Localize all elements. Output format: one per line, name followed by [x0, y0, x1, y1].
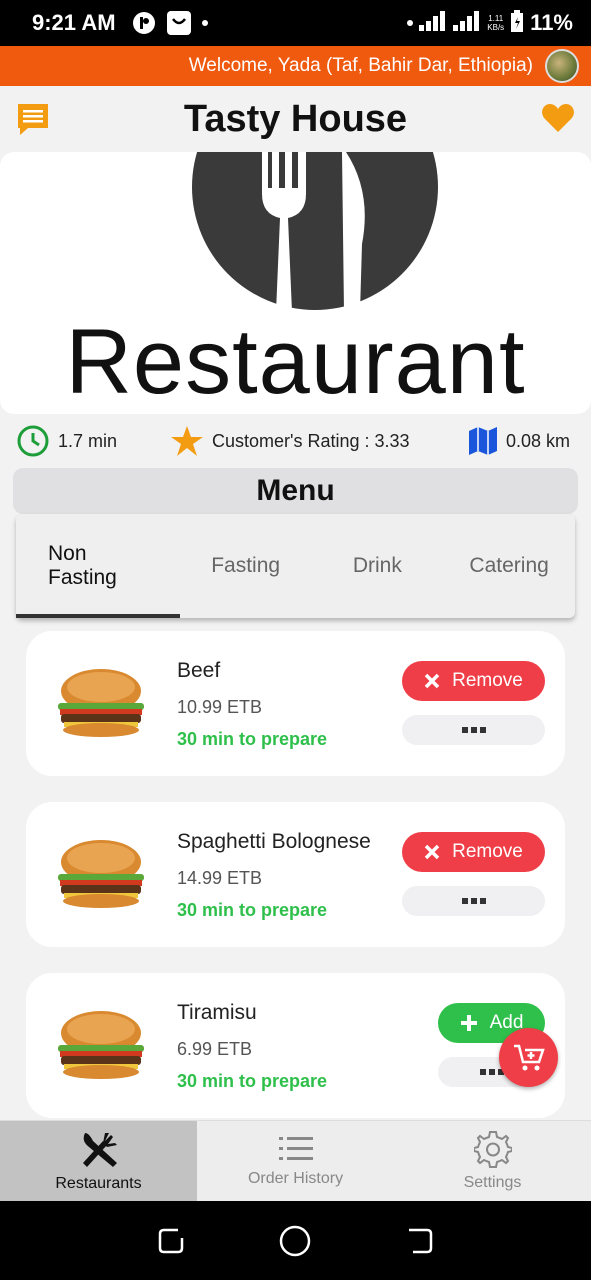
- tab-non-fasting-label-1: Non: [48, 542, 87, 565]
- nav-settings-label: Settings: [463, 1174, 522, 1191]
- prep-time-info: 1.7 min: [16, 424, 117, 458]
- tab-catering-label: Catering: [469, 554, 549, 577]
- burger-image: [58, 1011, 144, 1079]
- remove-button-label: Remove: [452, 670, 523, 691]
- tab-non-fasting[interactable]: Non Fasting: [16, 514, 180, 618]
- remove-button[interactable]: Remove: [402, 832, 545, 872]
- utensils-icon: [82, 1133, 117, 1167]
- clock-icon: [17, 425, 49, 457]
- remove-button-label: Remove: [452, 841, 523, 862]
- food-price: 6.99 ETB: [177, 1039, 253, 1059]
- status-dot: [407, 20, 414, 26]
- back-icon[interactable]: [405, 1226, 435, 1256]
- tab-non-fasting-label-2: Fasting: [48, 566, 117, 589]
- remove-button[interactable]: Remove: [402, 661, 545, 701]
- chat-icon: [18, 104, 48, 135]
- close-icon: [424, 673, 440, 689]
- food-prep-time: 30 min to prepare: [177, 729, 328, 749]
- menu-header: Menu: [13, 468, 578, 514]
- recent-apps-icon[interactable]: [156, 1226, 186, 1256]
- status-bar: 9:21 AM 1.11 KB/s 11%: [0, 0, 591, 46]
- rating-value: Customer's Rating : 3.33: [212, 430, 410, 451]
- food-card: Tiramisu 6.99 ETB 30 min to prepare Add: [26, 973, 565, 1118]
- food-name: Tiramisu: [177, 1001, 257, 1024]
- nav-restaurants-label: Restaurants: [55, 1175, 142, 1192]
- avatar[interactable]: [545, 49, 579, 83]
- restaurant-logo-text: Restaurant: [65, 311, 526, 413]
- plus-icon: [460, 1015, 477, 1031]
- map-icon: [469, 427, 497, 455]
- battery-icon: [510, 9, 524, 37]
- list-icon: [278, 1137, 313, 1160]
- food-prep-time: 30 min to prepare: [177, 900, 328, 920]
- distance-info: 0.08 km: [468, 426, 570, 456]
- food-price: 14.99 ETB: [177, 868, 263, 888]
- prep-time-value: 1.7 min: [58, 430, 118, 451]
- burger-image: [58, 669, 144, 737]
- nav-order-history-label: Order History: [247, 1170, 344, 1187]
- more-options-button[interactable]: [402, 715, 545, 745]
- app-header: Tasty House: [0, 86, 591, 152]
- food-card: Beef 10.99 ETB 30 min to prepare Remove: [26, 631, 565, 776]
- food-name: Beef: [177, 659, 221, 682]
- menu-tabs: Non Fasting Fasting Drink Catering: [16, 514, 575, 618]
- cart-icon: [513, 1044, 545, 1070]
- more-icon: [461, 898, 486, 904]
- welcome-text: Welcome, Yada (Taf, Bahir Dar, Ethiopia): [188, 55, 533, 76]
- more-icon: [479, 1069, 504, 1075]
- shopping-bag-notification-icon: [166, 10, 192, 36]
- nav-settings[interactable]: Settings: [394, 1121, 591, 1201]
- more-icon: [461, 727, 486, 733]
- app-notification-icon: [132, 11, 156, 35]
- status-time: 9:21 AM: [32, 10, 116, 35]
- tab-catering[interactable]: Catering: [443, 514, 575, 618]
- favorite-button[interactable]: [541, 102, 575, 136]
- burger-image: [58, 840, 144, 908]
- page-title: Tasty House: [183, 97, 408, 140]
- nav-restaurants[interactable]: Restaurants: [0, 1121, 197, 1201]
- notification-dot: [201, 20, 208, 26]
- net-speed-value: 1.11: [488, 14, 504, 23]
- restaurant-info-row: 1.7 min Customer's Rating : 3.33 0.08 km: [0, 420, 591, 462]
- star-icon: [171, 426, 203, 456]
- more-options-button[interactable]: [402, 886, 545, 916]
- food-prep-time: 30 min to prepare: [177, 1071, 328, 1091]
- net-speed-unit: KB/s: [487, 23, 505, 32]
- distance-value: 0.08 km: [506, 430, 571, 451]
- tab-fasting[interactable]: Fasting: [180, 514, 312, 618]
- tab-drink[interactable]: Drink: [312, 514, 444, 618]
- battery-percent: 11%: [530, 10, 573, 35]
- cart-button[interactable]: [499, 1028, 558, 1087]
- home-icon[interactable]: [278, 1224, 312, 1258]
- welcome-bar: Welcome, Yada (Taf, Bahir Dar, Ethiopia): [0, 46, 591, 86]
- food-price: 10.99 ETB: [177, 697, 263, 717]
- menu-title: Menu: [256, 474, 335, 507]
- food-card: Spaghetti Bolognese 14.99 ETB 30 min to …: [26, 802, 565, 947]
- system-nav-bar: [0, 1201, 591, 1280]
- tab-drink-label: Drink: [352, 554, 402, 577]
- bottom-nav: Restaurants Order History Settings: [0, 1120, 591, 1201]
- nav-order-history[interactable]: Order History: [197, 1121, 394, 1201]
- net-speed: 1.11 KB/s: [487, 14, 504, 32]
- tab-fasting-label: Fasting: [211, 554, 281, 577]
- close-icon: [424, 844, 440, 860]
- food-name: Spaghetti Bolognese: [177, 830, 371, 853]
- signal-icon-2: [453, 10, 481, 36]
- signal-icon: [419, 10, 447, 36]
- heart-icon: [542, 104, 574, 132]
- chat-button[interactable]: [16, 102, 50, 136]
- rating-info: Customer's Rating : 3.33: [170, 425, 410, 457]
- gear-icon: [473, 1131, 512, 1168]
